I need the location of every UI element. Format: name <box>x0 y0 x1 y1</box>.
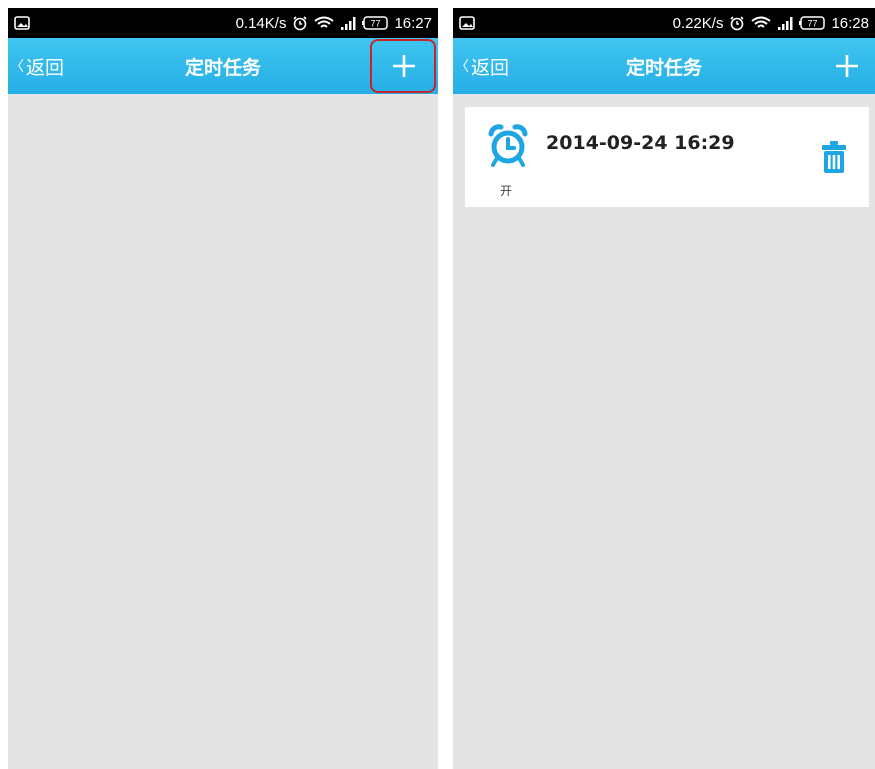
back-button[interactable]: 〈 返回 <box>8 38 64 94</box>
clock-icon[interactable] <box>487 124 529 168</box>
alarm-icon <box>292 15 308 31</box>
page-title: 定时任务 <box>625 56 702 79</box>
alarm-icon <box>729 15 745 31</box>
plus-icon[interactable] <box>829 48 865 84</box>
task-list-empty <box>8 94 438 769</box>
task-datetime: 2014-09-24 16:29 <box>546 132 735 154</box>
back-chevron-icon: 〈 <box>455 59 469 75</box>
wifi-icon <box>751 16 772 30</box>
network-speed: 0.22K/s <box>672 14 724 32</box>
network-speed: 0.14K/s <box>235 14 287 32</box>
task-list: 开 2014-09-24 16:29 <box>453 94 875 769</box>
image-icon <box>14 16 36 30</box>
screen-after: 0.22K/s 77 16:28 〈 返回 定时任务 开 2014-09-24 … <box>453 8 875 769</box>
app-header: 〈 返回 定时任务 <box>453 38 875 94</box>
task-item[interactable]: 开 2014-09-24 16:29 <box>465 107 869 207</box>
status-bar: 0.22K/s 77 16:28 <box>453 8 875 38</box>
clock-time: 16:28 <box>831 14 869 32</box>
trash-icon[interactable] <box>821 141 847 173</box>
screen-before: 0.14K/s 77 16:27 〈 返回 定时任务 <box>8 8 438 769</box>
image-icon <box>459 16 481 30</box>
task-state-label: 开 <box>500 184 513 198</box>
back-label: 返回 <box>471 56 510 79</box>
battery-icon: 77 <box>362 16 389 30</box>
status-bar: 0.14K/s 77 16:27 <box>8 8 438 38</box>
back-chevron-icon: 〈 <box>10 59 24 75</box>
add-button-highlight <box>370 39 436 93</box>
back-button[interactable]: 〈 返回 <box>453 38 509 94</box>
battery-level: 77 <box>808 19 818 29</box>
wifi-icon <box>314 16 335 30</box>
clock-time: 16:27 <box>394 14 432 32</box>
signal-icon <box>340 16 356 30</box>
battery-icon: 77 <box>799 16 826 30</box>
signal-icon <box>777 16 793 30</box>
back-label: 返回 <box>26 56 65 79</box>
battery-level: 77 <box>371 19 381 29</box>
